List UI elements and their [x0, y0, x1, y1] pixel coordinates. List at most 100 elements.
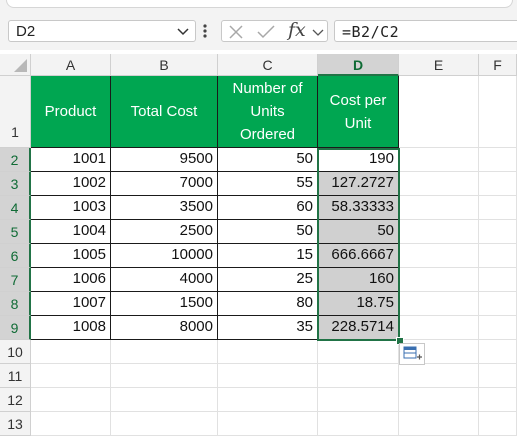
- more-options-icon[interactable]: [203, 23, 207, 39]
- empty-cell[interactable]: [479, 340, 517, 364]
- cost-per-unit-cell[interactable]: 50: [318, 220, 399, 244]
- units-cell[interactable]: 50: [218, 220, 318, 244]
- quick-analysis-button[interactable]: [399, 343, 425, 365]
- column-header-c[interactable]: C: [218, 54, 318, 76]
- column-header-b[interactable]: B: [111, 54, 218, 76]
- cost-per-unit-cell[interactable]: 58.33333: [318, 196, 399, 220]
- header-total-cost[interactable]: Total Cost: [111, 76, 218, 148]
- row-header-6[interactable]: 6: [0, 244, 31, 268]
- total-cost-cell[interactable]: 3500: [111, 196, 218, 220]
- empty-cell[interactable]: [399, 172, 479, 196]
- total-cost-cell[interactable]: 7000: [111, 172, 218, 196]
- column-header-a[interactable]: A: [31, 54, 111, 76]
- empty-cell[interactable]: [399, 412, 479, 436]
- empty-cell[interactable]: [111, 388, 218, 412]
- empty-cell[interactable]: [399, 244, 479, 268]
- cost-per-unit-cell[interactable]: 190: [318, 148, 399, 172]
- empty-cell[interactable]: [31, 340, 111, 364]
- name-box[interactable]: D2: [8, 20, 196, 42]
- row-header-8[interactable]: 8: [0, 292, 31, 316]
- empty-cell[interactable]: [318, 364, 399, 388]
- empty-cell[interactable]: [111, 340, 218, 364]
- cost-per-unit-cell[interactable]: 666.6667: [318, 244, 399, 268]
- total-cost-cell[interactable]: 10000: [111, 244, 218, 268]
- empty-cell[interactable]: [479, 316, 517, 340]
- empty-cell[interactable]: [479, 196, 517, 220]
- product-cell[interactable]: 1008: [31, 316, 111, 340]
- cost-per-unit-cell[interactable]: 127.2727: [318, 172, 399, 196]
- header-product[interactable]: Product: [31, 76, 111, 148]
- units-cell[interactable]: 25: [218, 268, 318, 292]
- empty-cell[interactable]: [479, 292, 517, 316]
- product-cell[interactable]: 1005: [31, 244, 111, 268]
- header-cost-per-unit[interactable]: Cost per Unit: [318, 76, 399, 148]
- row-header-9[interactable]: 9: [0, 316, 31, 340]
- units-cell[interactable]: 35: [218, 316, 318, 340]
- units-cell[interactable]: 80: [218, 292, 318, 316]
- empty-cell[interactable]: [479, 268, 517, 292]
- row-header-12[interactable]: 12: [0, 388, 31, 412]
- empty-cell[interactable]: [479, 244, 517, 268]
- product-cell[interactable]: 1003: [31, 196, 111, 220]
- empty-cell[interactable]: [399, 316, 479, 340]
- row-header-2[interactable]: 2: [0, 148, 31, 172]
- empty-cell[interactable]: [318, 388, 399, 412]
- total-cost-cell[interactable]: 1500: [111, 292, 218, 316]
- row-header-10[interactable]: 10: [0, 340, 31, 364]
- total-cost-cell[interactable]: 8000: [111, 316, 218, 340]
- row-header-7[interactable]: 7: [0, 268, 31, 292]
- search-pill[interactable]: [6, 0, 513, 8]
- empty-cell[interactable]: [399, 292, 479, 316]
- column-header-f[interactable]: F: [479, 54, 517, 76]
- empty-cell[interactable]: [218, 364, 318, 388]
- enter-check-icon[interactable]: [257, 24, 275, 40]
- product-cell[interactable]: 1001: [31, 148, 111, 172]
- units-cell[interactable]: 60: [218, 196, 318, 220]
- units-cell[interactable]: 50: [218, 148, 318, 172]
- empty-cell[interactable]: [479, 364, 517, 388]
- chevron-down-icon[interactable]: [312, 26, 324, 38]
- empty-cell[interactable]: [111, 412, 218, 436]
- empty-cell[interactable]: [399, 76, 479, 148]
- empty-cell[interactable]: [399, 196, 479, 220]
- empty-cell[interactable]: [479, 172, 517, 196]
- empty-cell[interactable]: [318, 340, 399, 364]
- column-header-d[interactable]: D: [318, 54, 399, 76]
- empty-cell[interactable]: [318, 412, 399, 436]
- row-header-3[interactable]: 3: [0, 172, 31, 196]
- empty-cell[interactable]: [479, 412, 517, 436]
- empty-cell[interactable]: [218, 412, 318, 436]
- cost-per-unit-cell[interactable]: 228.5714: [318, 316, 399, 340]
- empty-cell[interactable]: [479, 76, 517, 148]
- empty-cell[interactable]: [31, 388, 111, 412]
- units-cell[interactable]: 15: [218, 244, 318, 268]
- empty-cell[interactable]: [218, 388, 318, 412]
- row-header-11[interactable]: 11: [0, 364, 31, 388]
- formula-input[interactable]: =B2/C2: [334, 20, 517, 42]
- column-header-e[interactable]: E: [399, 54, 479, 76]
- empty-cell[interactable]: [399, 220, 479, 244]
- empty-cell[interactable]: [111, 364, 218, 388]
- empty-cell[interactable]: [479, 220, 517, 244]
- empty-cell[interactable]: [31, 364, 111, 388]
- select-all-button[interactable]: [0, 54, 31, 76]
- product-cell[interactable]: 1004: [31, 220, 111, 244]
- empty-cell[interactable]: [399, 388, 479, 412]
- cost-per-unit-cell[interactable]: 18.75: [318, 292, 399, 316]
- row-header-5[interactable]: 5: [0, 220, 31, 244]
- empty-cell[interactable]: [31, 412, 111, 436]
- total-cost-cell[interactable]: 9500: [111, 148, 218, 172]
- units-cell[interactable]: 55: [218, 172, 318, 196]
- empty-cell[interactable]: [479, 388, 517, 412]
- total-cost-cell[interactable]: 2500: [111, 220, 218, 244]
- empty-cell[interactable]: [399, 268, 479, 292]
- total-cost-cell[interactable]: 4000: [111, 268, 218, 292]
- product-cell[interactable]: 1006: [31, 268, 111, 292]
- insert-function-button[interactable]: fx: [288, 19, 306, 41]
- empty-cell[interactable]: [399, 364, 479, 388]
- product-cell[interactable]: 1007: [31, 292, 111, 316]
- row-header-1[interactable]: 1: [0, 76, 31, 148]
- cost-per-unit-cell[interactable]: 160: [318, 268, 399, 292]
- row-header-13[interactable]: 13: [0, 412, 31, 436]
- header-units-ordered[interactable]: Number of Units Ordered: [218, 76, 318, 148]
